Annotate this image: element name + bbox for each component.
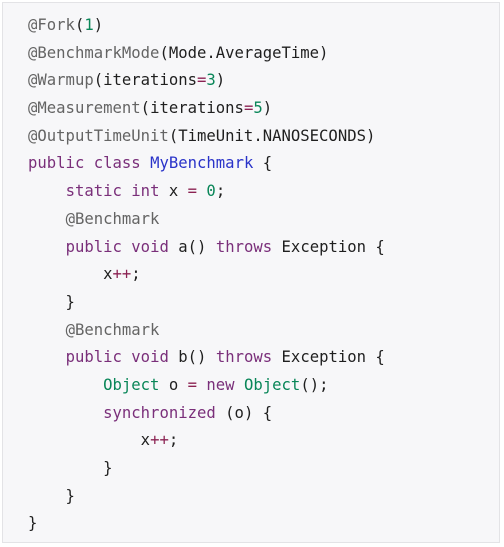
code-token: static	[65, 182, 122, 201]
code-token: Object	[103, 375, 160, 394]
code-token: class	[93, 154, 141, 173]
code-token: 1	[84, 16, 94, 34]
code-token: )	[215, 71, 226, 90]
code-token: ++	[112, 265, 132, 284]
code-token: x	[28, 265, 113, 284]
code-token: (TimeUnit.NANOSECONDS)	[168, 126, 376, 145]
code-token: ;	[168, 431, 179, 450]
code-line: public class MyBenchmark {	[28, 150, 385, 178]
code-token: (	[74, 16, 85, 34]
code-token: x	[159, 182, 188, 201]
code-token: ();	[300, 375, 329, 394]
code-token: (Mode.AverageTime)	[159, 43, 329, 62]
code-token: (	[93, 71, 104, 90]
code-token: =	[187, 375, 198, 394]
code-token: =	[243, 99, 254, 118]
code-token: public	[28, 154, 85, 173]
code-line: @Benchmark	[28, 317, 385, 345]
code-token: public	[65, 237, 122, 256]
code-token: 0	[206, 182, 216, 201]
code-line: public void a() throws Exception {	[28, 234, 385, 262]
code-line: }	[28, 455, 385, 483]
code-token: }	[28, 459, 113, 477]
code-line: @Measurement(iterations=5)	[28, 95, 385, 123]
code-token: @Measurement	[28, 99, 141, 118]
code-token: @BenchmarkMode	[28, 43, 160, 62]
code-token: ;	[131, 265, 141, 284]
code-token: b()	[168, 348, 216, 367]
code-token: ++	[150, 431, 169, 450]
code-token: 3	[206, 71, 216, 90]
code-token: throws	[215, 348, 273, 367]
code-token: a()	[168, 237, 216, 256]
code-line: @Benchmark	[28, 206, 385, 234]
code-token: @Benchmark	[65, 320, 160, 339]
code-token: =	[187, 182, 198, 201]
code-token: Exception {	[272, 348, 385, 367]
code-token: )	[262, 99, 273, 118]
code-content: @Fork(1) @BenchmarkMode(Mode.AverageTime)…	[28, 12, 385, 538]
code-line: @Warmup(iterations=3)	[28, 67, 385, 95]
code-token: Object	[243, 375, 301, 394]
code-token: }	[28, 514, 38, 533]
code-line: static int x = 0;	[28, 178, 385, 206]
code-token: ;	[215, 182, 226, 201]
code-line: @OutputTimeUnit(TimeUnit.NANOSECONDS)	[28, 123, 385, 151]
code-token: iterations	[150, 99, 244, 118]
code-line: @Fork(1)	[28, 12, 385, 40]
code-token: @Fork	[28, 16, 75, 34]
code-token: @Warmup	[28, 71, 94, 90]
code-line: }	[28, 289, 385, 317]
code-token: x	[28, 431, 151, 450]
code-line: }	[28, 510, 385, 538]
code-token: Exception {	[272, 237, 385, 256]
code-block: @Fork(1) @BenchmarkMode(Mode.AverageTime)…	[2, 2, 500, 543]
code-line: x++;	[28, 261, 385, 289]
code-token: }	[28, 292, 75, 311]
code-token: MyBenchmark	[150, 154, 254, 173]
code-line: Object o = new Object();	[28, 372, 385, 400]
code-line: public void b() throws Exception {	[28, 344, 385, 372]
code-token: o	[159, 375, 188, 394]
code-token: synchronized	[103, 403, 216, 422]
code-line: x++;	[28, 427, 385, 455]
code-token: public	[65, 348, 122, 367]
code-token: new	[206, 375, 235, 394]
code-token: iterations	[103, 71, 197, 90]
code-token: }	[28, 486, 75, 505]
code-token: 5	[253, 99, 263, 118]
code-token: )	[93, 16, 104, 34]
code-token: @Benchmark	[65, 209, 160, 228]
code-token: throws	[215, 237, 273, 256]
code-token: void	[131, 348, 169, 367]
code-token: (	[140, 99, 151, 118]
code-token: (o) {	[215, 403, 273, 422]
code-token: @OutputTimeUnit	[28, 126, 169, 145]
code-line: @BenchmarkMode(Mode.AverageTime)	[28, 40, 385, 68]
code-line: synchronized (o) {	[28, 400, 385, 428]
code-token: =	[197, 71, 207, 90]
code-token: void	[131, 237, 169, 256]
code-token: int	[131, 182, 160, 201]
code-line: }	[28, 483, 385, 511]
code-token: {	[253, 154, 273, 173]
